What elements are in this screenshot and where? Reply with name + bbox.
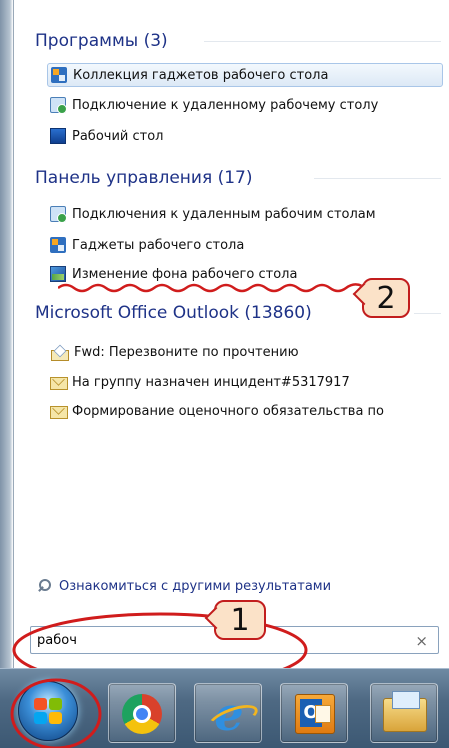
envelope-icon — [50, 374, 68, 390]
open-envelope-icon — [50, 344, 69, 361]
wavy-underline-annotation — [58, 283, 363, 293]
search-results-panel: Программы (3) Коллекция гаджетов рабочег… — [13, 0, 449, 668]
outlook-icon — [295, 694, 335, 734]
result-item-email[interactable]: На группу назначен инцидент#5317917 — [47, 370, 449, 394]
taskbar-ie-button[interactable]: e — [194, 683, 262, 743]
result-item-label: На группу назначен инцидент#5317917 — [72, 374, 350, 390]
search-icon — [38, 579, 52, 593]
remote-desktop-icon — [50, 206, 67, 223]
result-item-email[interactable]: Fwd: Перезвоните по прочтению — [47, 340, 449, 364]
result-item-label: Подключения к удаленным рабочим столам — [72, 206, 376, 222]
result-item-remote-connections[interactable]: Подключения к удаленным рабочим столам — [47, 202, 449, 226]
result-item-label: Коллекция гаджетов рабочего стола — [73, 67, 329, 83]
result-item-gadget-gallery[interactable]: Коллекция гаджетов рабочего стола — [47, 63, 443, 87]
result-item-label: Рабочий стол — [72, 128, 164, 144]
more-results-link[interactable]: Ознакомиться с другими результатами — [38, 575, 331, 597]
group-header-programs[interactable]: Программы (3) — [35, 28, 168, 54]
result-item-label: Формирование оценочного обязательства по — [72, 403, 385, 419]
taskbar-chrome-button[interactable] — [108, 683, 176, 743]
callout-number-2: 2 — [362, 278, 410, 318]
group-header-control-panel[interactable]: Панель управления (17) — [35, 165, 252, 191]
group-divider — [414, 313, 441, 314]
clear-search-icon[interactable]: × — [415, 632, 428, 650]
highlight-ellipse-start — [10, 678, 102, 748]
remote-desktop-icon — [50, 97, 67, 114]
result-item-label: Подключение к удаленному рабочему столу — [72, 97, 379, 113]
result-item-email[interactable]: Формирование оценочного обязательства по — [47, 399, 449, 423]
result-item-desktop-gadgets[interactable]: Гаджеты рабочего стола — [47, 233, 449, 257]
result-item-label: Fwd: Перезвоните по прочтению — [74, 344, 299, 360]
group-divider — [314, 178, 441, 179]
desktop-icon — [50, 128, 66, 144]
file-explorer-icon — [383, 691, 427, 732]
gadgets-icon — [50, 237, 66, 253]
internet-explorer-icon: e — [209, 691, 249, 737]
result-item-desktop[interactable]: Рабочий стол — [47, 124, 449, 148]
callout-number-1: 1 — [214, 600, 266, 640]
start-menu: Программы (3) Коллекция гаджетов рабочег… — [0, 0, 449, 668]
result-item-label: Гаджеты рабочего стола — [72, 237, 245, 253]
result-item-remote-desktop[interactable]: Подключение к удаленному рабочему столу — [47, 93, 449, 117]
envelope-icon — [50, 403, 68, 419]
group-divider — [204, 41, 441, 42]
chrome-icon — [122, 694, 162, 734]
group-header-outlook[interactable]: Microsoft Office Outlook (13860) — [35, 300, 312, 326]
taskbar-outlook-button[interactable] — [280, 683, 348, 743]
taskbar-explorer-button[interactable] — [370, 683, 438, 743]
more-results-label: Ознакомиться с другими результатами — [59, 578, 332, 594]
gadgets-icon — [51, 67, 67, 83]
